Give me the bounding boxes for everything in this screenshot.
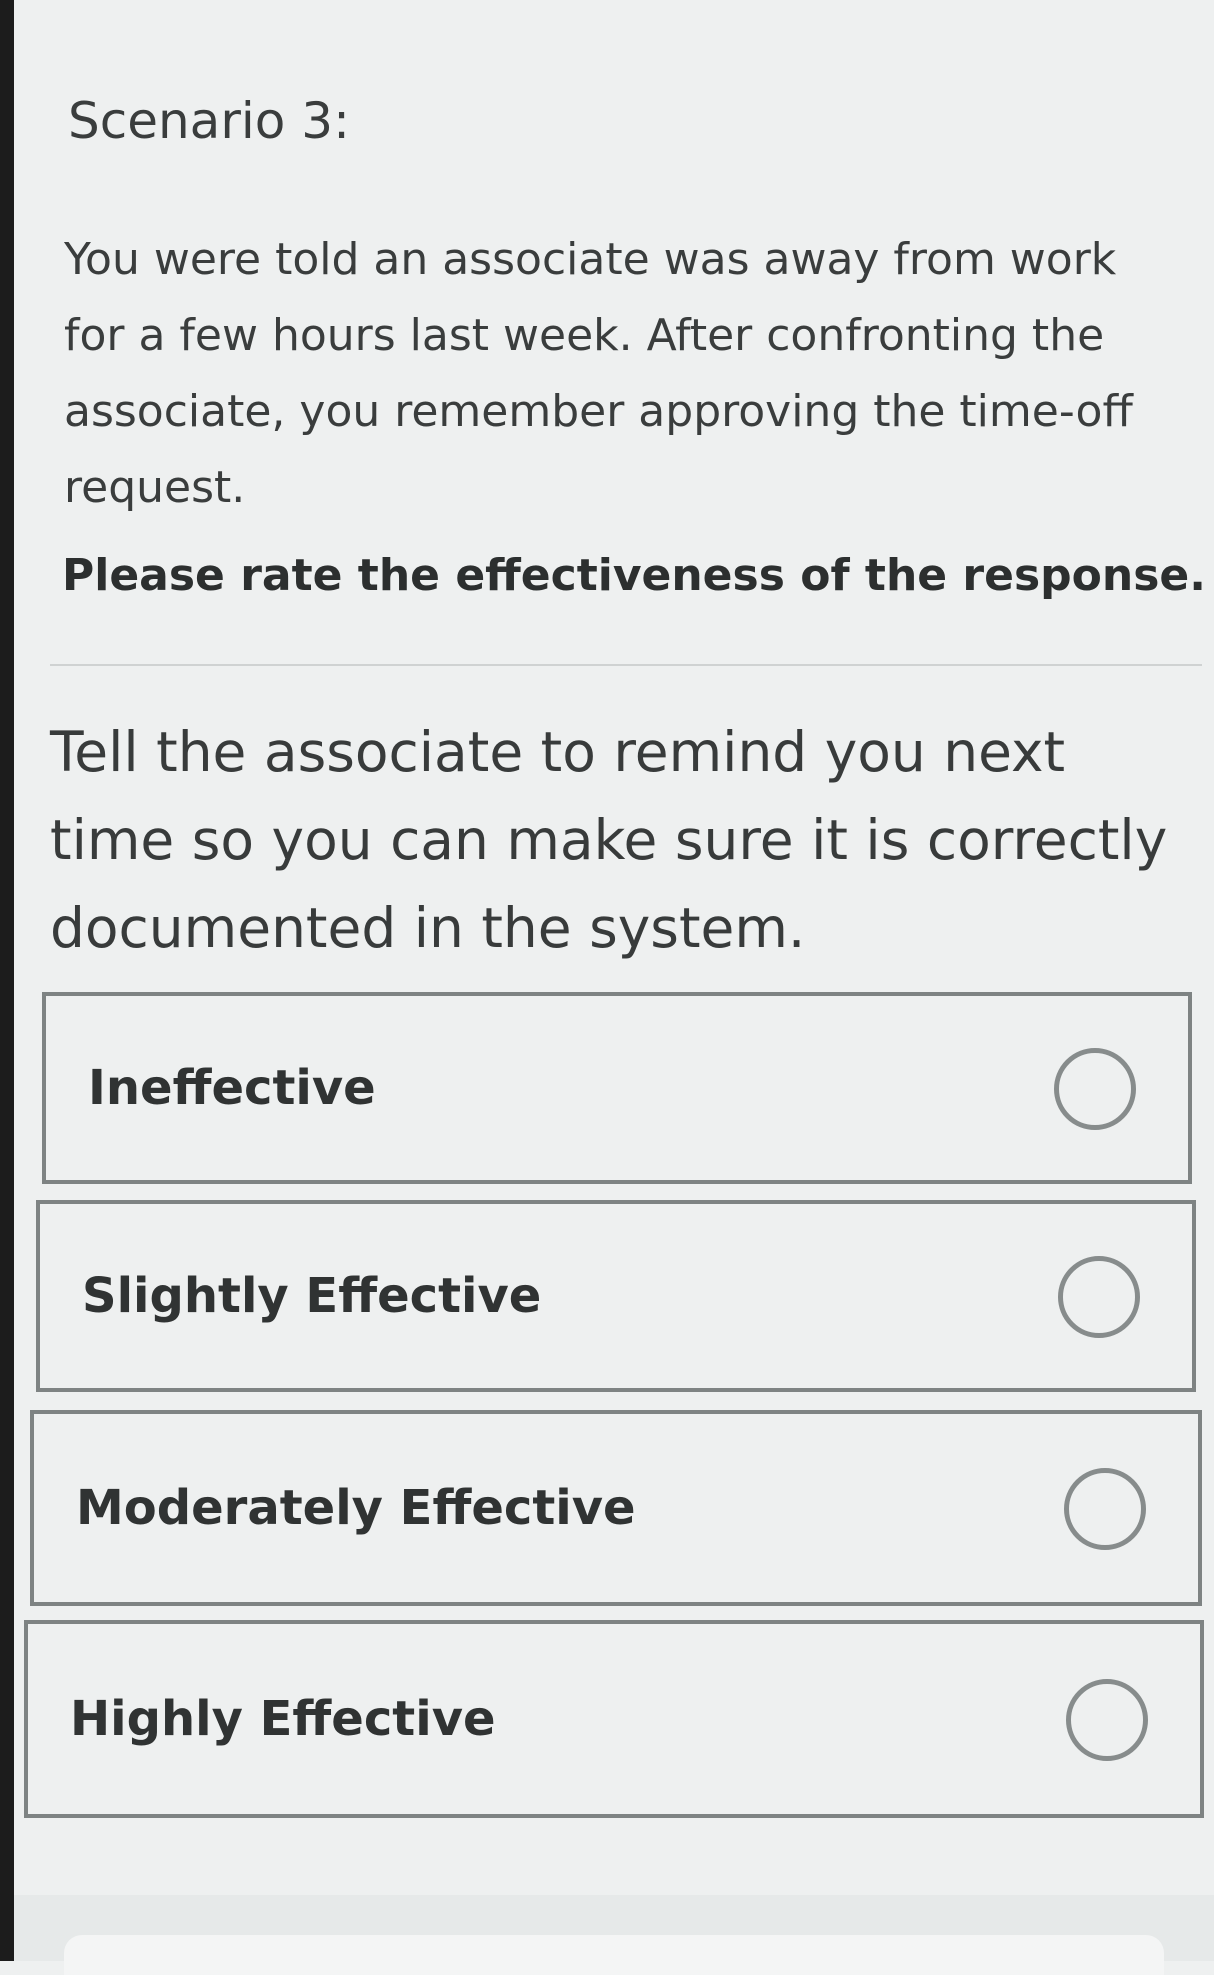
option-label: Slightly Effective bbox=[82, 1268, 542, 1324]
bottom-panel-edge bbox=[64, 1935, 1164, 1975]
radio-button-icon[interactable] bbox=[1066, 1679, 1148, 1761]
radio-button-icon[interactable] bbox=[1058, 1256, 1140, 1338]
option-slightly-effective[interactable]: Slightly Effective bbox=[36, 1200, 1196, 1392]
option-ineffective[interactable]: Ineffective bbox=[42, 992, 1192, 1184]
option-highly-effective[interactable]: Highly Effective bbox=[24, 1620, 1204, 1818]
option-moderately-effective[interactable]: Moderately Effective bbox=[30, 1410, 1202, 1606]
radio-button-icon[interactable] bbox=[1054, 1048, 1136, 1130]
radio-button-icon[interactable] bbox=[1064, 1468, 1146, 1550]
question-page: Scenario 3: You were told an associate w… bbox=[14, 0, 1214, 1975]
rating-instruction: Please rate the effectiveness of the res… bbox=[62, 550, 1206, 601]
scenario-description: You were told an associate was away from… bbox=[64, 234, 1133, 513]
scenario-title: Scenario 3: bbox=[68, 92, 350, 150]
screen-edge bbox=[0, 0, 14, 1961]
option-label: Highly Effective bbox=[70, 1691, 496, 1747]
response-text: Tell the associate to remind you next ti… bbox=[50, 720, 1168, 960]
section-divider bbox=[50, 664, 1202, 666]
option-label: Moderately Effective bbox=[76, 1480, 636, 1536]
option-label: Ineffective bbox=[88, 1060, 376, 1116]
